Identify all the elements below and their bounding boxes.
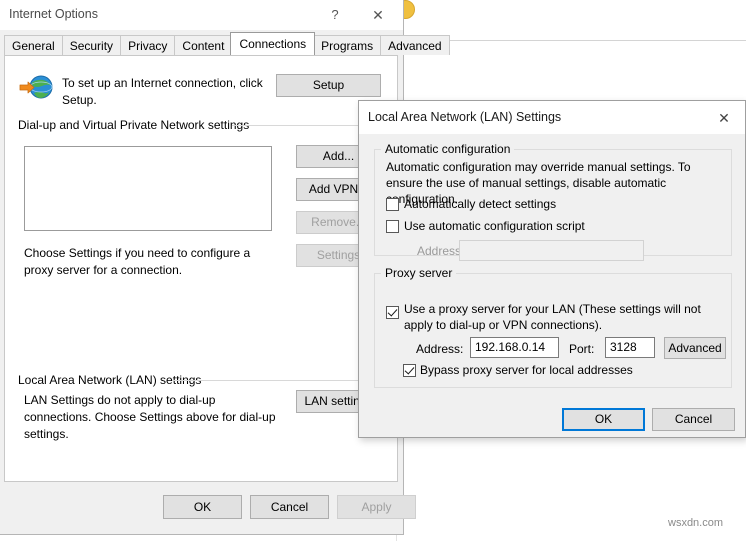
tab-security[interactable]: Security bbox=[61, 35, 122, 55]
automatic-configuration-group-title: Automatic configuration bbox=[381, 142, 515, 156]
lan-settings-dialog: Local Area Network (LAN) Settings ✕ Auto… bbox=[358, 100, 746, 438]
proxy-address-input[interactable]: 192.168.0.14 bbox=[470, 337, 559, 358]
automatically-detect-settings-checkbox[interactable] bbox=[386, 198, 399, 211]
tab-general[interactable]: General bbox=[4, 35, 63, 55]
tab-privacy[interactable]: Privacy bbox=[120, 35, 176, 55]
use-automatic-configuration-script-checkbox[interactable] bbox=[386, 220, 399, 233]
lan-ok-button[interactable]: OK bbox=[562, 408, 645, 431]
bypass-proxy-local-checkbox[interactable] bbox=[403, 364, 416, 377]
proxy-port-input[interactable]: 3128 bbox=[605, 337, 655, 358]
script-address-input bbox=[459, 240, 644, 261]
tab-programs[interactable]: Programs bbox=[313, 35, 382, 55]
cancel-button[interactable]: Cancel bbox=[250, 495, 329, 519]
connections-listbox[interactable] bbox=[24, 146, 272, 231]
setup-button[interactable]: Setup bbox=[276, 74, 381, 97]
dialup-group-label: Dial-up and Virtual Private Network sett… bbox=[18, 118, 256, 132]
use-automatic-configuration-script-label[interactable]: Use automatic configuration script bbox=[404, 219, 585, 234]
internet-options-footer: OK Cancel Apply bbox=[0, 495, 416, 525]
bypass-proxy-local-label[interactable]: Bypass proxy server for local addresses bbox=[420, 363, 633, 378]
close-icon[interactable]: ✕ bbox=[709, 107, 739, 129]
use-proxy-server-checkbox[interactable] bbox=[386, 306, 399, 319]
page-title: Internet Options bbox=[9, 7, 98, 21]
close-icon[interactable]: ✕ bbox=[364, 3, 392, 27]
lan-settings-title: Local Area Network (LAN) Settings bbox=[368, 110, 562, 124]
internet-options-tabs: General Security Privacy Content Connect… bbox=[4, 32, 450, 55]
tab-content[interactable]: Content bbox=[174, 35, 233, 55]
use-proxy-server-label[interactable]: Use a proxy server for your LAN (These s… bbox=[404, 301, 724, 333]
lan-description: LAN Settings do not apply to dial-up con… bbox=[24, 393, 276, 441]
tab-advanced[interactable]: Advanced bbox=[380, 35, 450, 55]
proxy-server-group-title: Proxy server bbox=[381, 266, 457, 280]
lan-group-divider bbox=[172, 380, 382, 381]
script-address-label: Address bbox=[417, 244, 462, 258]
tab-connections[interactable]: Connections bbox=[230, 32, 316, 55]
apply-button: Apply bbox=[337, 495, 416, 519]
choose-settings-description: Choose Settings if you need to configure… bbox=[24, 246, 251, 277]
lan-settings-titlebar: Local Area Network (LAN) Settings ✕ bbox=[359, 101, 745, 134]
globe-icon bbox=[19, 75, 53, 99]
help-icon[interactable]: ? bbox=[322, 3, 348, 27]
internet-options-dialog: Internet Options ? ✕ General Security Pr… bbox=[0, 0, 450, 535]
proxy-port-label: Port: bbox=[569, 342, 595, 356]
internet-options-titlebar: Internet Options ? ✕ bbox=[0, 0, 403, 30]
proxy-address-label: Address: bbox=[416, 342, 464, 356]
advanced-button[interactable]: Advanced bbox=[664, 337, 726, 359]
automatically-detect-settings-label[interactable]: Automatically detect settings bbox=[404, 197, 556, 212]
setup-description: To set up an Internet connection, click … bbox=[62, 76, 263, 107]
watermark: wsxdn.com bbox=[668, 517, 724, 529]
lan-cancel-button[interactable]: Cancel bbox=[652, 408, 735, 431]
ok-button[interactable]: OK bbox=[163, 495, 242, 519]
